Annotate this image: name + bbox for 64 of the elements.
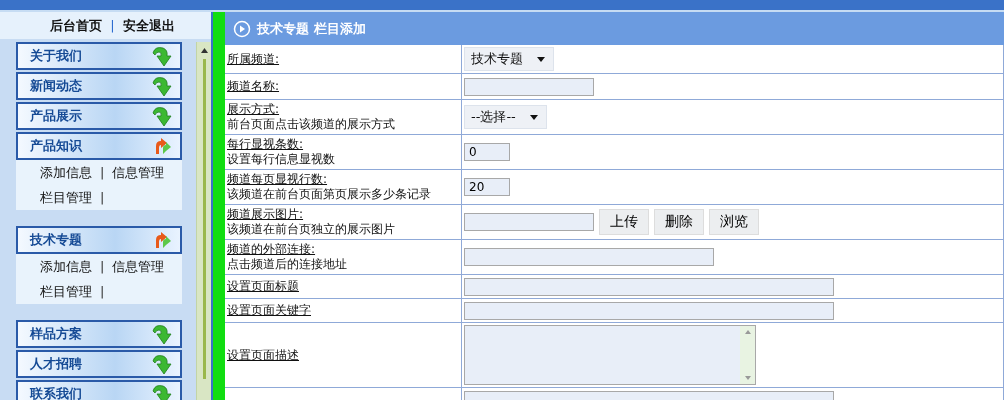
field-label: 频道每页显视行数:	[227, 172, 329, 187]
field-label: 设置页面标题	[227, 279, 300, 294]
down-arrow-icon	[150, 323, 172, 345]
menu-header[interactable]: 产品知识	[16, 132, 182, 160]
menu-header[interactable]: 联系我们	[16, 380, 182, 400]
input-field[interactable]: 20	[464, 178, 510, 196]
input-field[interactable]	[464, 77, 594, 96]
down-arrow-icon	[150, 383, 172, 400]
caret-icon	[529, 114, 538, 120]
separator: |	[100, 259, 105, 274]
field-label: 设置页面描述	[227, 347, 300, 363]
down-arrow-icon	[150, 75, 172, 97]
menu-header[interactable]: 新闻动态	[16, 72, 182, 100]
submenu-link[interactable]: 添加信息	[40, 163, 92, 182]
field-label: 所属频道:	[227, 51, 281, 67]
menu-header[interactable]: 人才招聘	[16, 350, 182, 378]
nav-link[interactable]: 安全退出	[122, 16, 175, 35]
form-button[interactable]: 浏览	[709, 209, 759, 235]
down-arrow-icon	[150, 353, 172, 375]
input-field[interactable]	[464, 277, 834, 296]
play-circle-icon	[233, 19, 251, 38]
nav-link[interactable]: 后台首页	[50, 16, 103, 35]
field-label: 频道展示图片:	[227, 207, 305, 222]
field-hint: 该频道在前台页独立的展示图片	[227, 222, 396, 237]
dropdown[interactable]: 技术专题	[464, 47, 554, 71]
down-arrow-icon	[150, 45, 172, 67]
caret-icon	[537, 56, 545, 62]
up-caret-icon	[200, 48, 208, 53]
menu-header[interactable]: 关于我们	[16, 42, 182, 70]
field-label: 频道名称:	[227, 79, 281, 94]
text-area[interactable]	[464, 325, 756, 385]
menu-header[interactable]: 产品展示	[16, 102, 182, 130]
down-caret-icon	[744, 376, 751, 380]
separator: |	[100, 190, 105, 205]
menu-header[interactable]: 技术专题	[16, 226, 182, 254]
submenu-link[interactable]: 栏目管理	[40, 282, 92, 301]
submenu-link[interactable]: 栏目管理	[40, 188, 92, 207]
scrollbar[interactable]	[740, 326, 755, 384]
separator: |	[100, 284, 105, 299]
input-field[interactable]: 0	[464, 143, 510, 161]
submenu-link[interactable]: 信息管理	[112, 163, 165, 182]
menu-header[interactable]: 样品方案	[16, 320, 182, 348]
field-hint: 点击频道后的连接地址	[227, 257, 348, 272]
input-field[interactable]	[464, 213, 594, 231]
form-button[interactable]: 上传	[599, 209, 649, 235]
scrollbar[interactable]	[196, 42, 211, 400]
submenu-link[interactable]: 添加信息	[40, 257, 92, 276]
field-hint: 前台页面点击该频道的展示方式	[227, 117, 396, 132]
separator: |	[110, 18, 115, 33]
input-field[interactable]	[464, 248, 714, 266]
field-label: 展示方式:	[227, 102, 281, 117]
submenu-link[interactable]: 信息管理	[112, 257, 165, 276]
form-button[interactable]: 删除	[654, 209, 704, 235]
field-label: 设置页面关键字	[227, 303, 312, 318]
input-field[interactable]	[464, 301, 834, 320]
dropdown[interactable]: --选择--	[464, 105, 547, 129]
field-hint: 该频道在前台页面第页展示多少条记录	[227, 187, 432, 202]
separator: |	[100, 165, 105, 180]
field-hint: 设置每行信息显视数	[227, 152, 336, 167]
panel-header: 技术专题 栏目添加	[225, 12, 1004, 45]
field-label: 每行显视条数:	[227, 137, 305, 152]
field-label: 频道的外部连接:	[227, 242, 317, 257]
down-arrow-icon	[150, 105, 172, 127]
up-caret-icon	[744, 330, 751, 334]
